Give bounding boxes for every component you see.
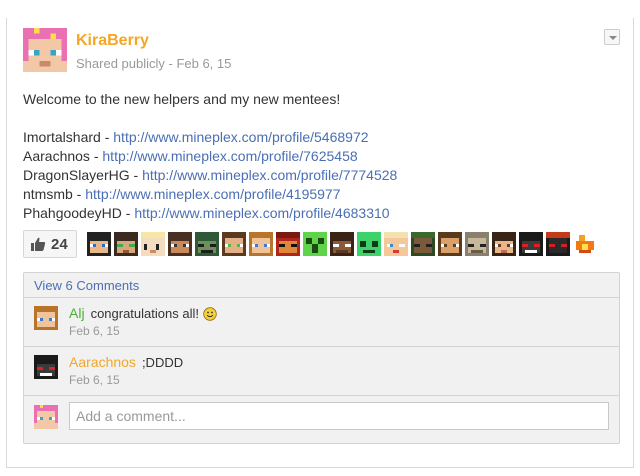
smiley-emoji-icon: [203, 307, 217, 321]
post-meta: Shared publicly - Feb 6, 15: [76, 56, 232, 71]
helper-name: PhahgoodeyHD: [23, 205, 122, 221]
thumbs-up-icon: [31, 237, 46, 251]
comment-avatar[interactable]: [34, 355, 58, 379]
plusser-avatar[interactable]: [87, 232, 111, 256]
plusser-avatar[interactable]: [438, 232, 462, 256]
author-name[interactable]: KiraBerry: [76, 32, 149, 50]
plusser-avatar[interactable]: [168, 232, 192, 256]
comment-row: Aarachnos ;DDDD: [69, 354, 183, 370]
plusser-avatar[interactable]: [384, 232, 408, 256]
comment-row: Alj congratulations all!: [69, 305, 217, 321]
separator: -: [121, 205, 135, 221]
plusser-avatar[interactable]: [141, 232, 165, 256]
plus-one-button[interactable]: 24: [23, 230, 77, 258]
view-comments-link[interactable]: View 6 Comments: [24, 273, 619, 298]
comment-item: Aarachnos ;DDDD Feb 6, 15: [24, 347, 619, 396]
post-card: KiraBerry Shared publicly - Feb 6, 15 We…: [6, 18, 634, 468]
comments-section: View 6 Comments Alj congratulations all! …: [23, 272, 620, 444]
comment-author[interactable]: Aarachnos: [69, 354, 136, 370]
plusser-avatar[interactable]: [357, 232, 381, 256]
separator: -: [72, 186, 86, 202]
plusser-avatar[interactable]: [222, 232, 246, 256]
profile-link-row: PhahgoodeyHD - http://www.mineplex.com/p…: [23, 204, 619, 223]
comment-author[interactable]: Alj: [69, 305, 85, 321]
profile-link-row: Aarachnos - http://www.mineplex.com/prof…: [23, 147, 619, 166]
plusser-avatar[interactable]: [195, 232, 219, 256]
plusser-avatar[interactable]: [492, 232, 516, 256]
profile-links: Imortalshard - http://www.mineplex.com/p…: [23, 128, 619, 223]
profile-link-row: DragonSlayerHG - http://www.mineplex.com…: [23, 166, 619, 185]
comment-date: Feb 6, 15: [69, 324, 120, 338]
separator: -: [100, 129, 114, 145]
profile-link[interactable]: http://www.mineplex.com/profile/5468972: [113, 129, 368, 145]
plusser-avatar[interactable]: [330, 232, 354, 256]
post-body: Welcome to the new helpers and my new me…: [23, 90, 619, 223]
helper-name: Imortalshard: [23, 129, 101, 145]
separator: -: [129, 167, 143, 183]
comment-item: Alj congratulations all! Feb 6, 15: [24, 298, 619, 347]
plusser-avatar[interactable]: [249, 232, 273, 256]
profile-link-row: Imortalshard - http://www.mineplex.com/p…: [23, 128, 619, 147]
add-comment-row: [24, 396, 619, 441]
author-avatar[interactable]: [23, 28, 67, 72]
add-comment-input[interactable]: [69, 402, 609, 430]
post-menu-chevron-icon[interactable]: [604, 29, 620, 45]
separator: -: [89, 148, 103, 164]
comment-date: Feb 6, 15: [69, 373, 120, 387]
plusser-avatar[interactable]: [573, 232, 597, 256]
helper-name: DragonSlayerHG: [23, 167, 130, 183]
plussers-list: [87, 232, 597, 256]
plusser-avatar[interactable]: [519, 232, 543, 256]
profile-link[interactable]: http://www.mineplex.com/profile/7625458: [102, 148, 357, 164]
plusser-avatar[interactable]: [114, 232, 138, 256]
post-intro: Welcome to the new helpers and my new me…: [23, 91, 341, 107]
helper-name: Aarachnos: [23, 148, 90, 164]
profile-link[interactable]: http://www.mineplex.com/profile/4195977: [85, 186, 340, 202]
plusser-avatar[interactable]: [465, 232, 489, 256]
profile-link[interactable]: http://www.mineplex.com/profile/4683310: [134, 205, 389, 221]
plusser-avatar[interactable]: [546, 232, 570, 256]
profile-link-row: ntmsmb - http://www.mineplex.com/profile…: [23, 185, 619, 204]
plus-count: 24: [51, 235, 68, 253]
current-user-avatar: [34, 405, 58, 429]
helper-name: ntmsmb: [23, 186, 73, 202]
comment-text: congratulations all!: [90, 306, 199, 321]
profile-link[interactable]: http://www.mineplex.com/profile/7774528: [142, 167, 397, 183]
plusser-avatar[interactable]: [411, 232, 435, 256]
plusser-avatar[interactable]: [276, 232, 300, 256]
comment-avatar[interactable]: [34, 306, 58, 330]
comment-text: ;DDDD: [141, 355, 184, 370]
plusser-avatar[interactable]: [303, 232, 327, 256]
